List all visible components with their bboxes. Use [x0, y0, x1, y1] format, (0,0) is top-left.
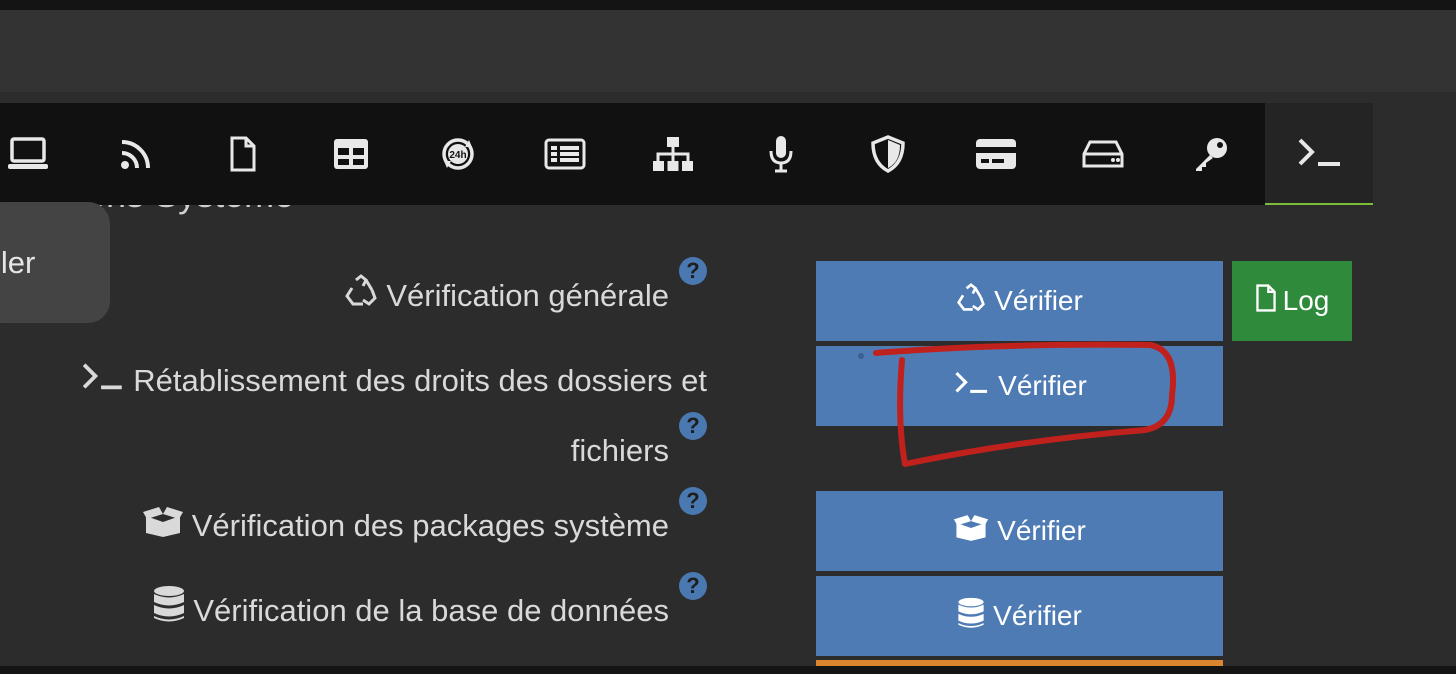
box-icon [953, 514, 989, 549]
table-icon [334, 139, 368, 169]
terminal-icon [1298, 138, 1340, 166]
verify-general-button[interactable]: Vérifier [816, 261, 1223, 341]
credit-card-icon [976, 139, 1016, 169]
file-icon [230, 136, 256, 172]
button-label: Vérifier [998, 370, 1087, 401]
icon-tab-bar: 24h [0, 103, 1373, 205]
row-label-text-line2: fichiers [570, 433, 669, 468]
key-icon [1196, 138, 1227, 171]
recycle-icon [956, 282, 986, 320]
button-label: Vérifier [994, 285, 1083, 316]
terminal-icon [79, 348, 125, 418]
tab-key[interactable] [1157, 103, 1265, 205]
verify-database-button[interactable]: Vérifier [816, 576, 1223, 656]
button-label: Vérifier [997, 515, 1086, 546]
float-button-label: ller [0, 244, 36, 280]
file-icon [1255, 283, 1277, 319]
row-label-text-line1: Rétablissement des droits des dossiers e… [133, 363, 707, 398]
row-label-permissions-line2: fichiers? [570, 412, 707, 486]
tab-laptop[interactable] [0, 103, 82, 205]
svg-text:24h: 24h [449, 150, 466, 161]
row-label-permissions: Rétablissement des droits des dossiers e… [79, 346, 707, 418]
verify-packages-button[interactable]: Vérifier [816, 491, 1223, 571]
help-icon[interactable]: ? [679, 572, 707, 600]
float-button[interactable]: ller [0, 202, 110, 323]
box-icon [142, 493, 184, 563]
tab-hard-drive[interactable] [1049, 103, 1157, 205]
network-icon [653, 137, 693, 171]
tab-microphone[interactable] [727, 103, 835, 205]
hard-drive-icon [1082, 140, 1124, 168]
tab-network[interactable] [619, 103, 727, 205]
tab-shield[interactable] [834, 103, 942, 205]
log-button[interactable]: Log [1232, 261, 1352, 341]
tab-rss[interactable] [82, 103, 190, 205]
24h-icon: 24h [442, 138, 474, 170]
row-label-database: Vérification de la base de données? [153, 572, 707, 648]
terminal-icon [952, 370, 990, 403]
tab-file[interactable] [189, 103, 297, 205]
help-icon[interactable]: ? [679, 412, 707, 440]
top-edge [0, 0, 1456, 10]
laptop-icon [8, 137, 48, 169]
tab-table[interactable] [297, 103, 405, 205]
row-label-text: Vérification des packages système [191, 508, 669, 543]
rss-icon [121, 140, 150, 169]
row-label-text: Vérification générale [386, 278, 669, 313]
microphone-icon [769, 136, 793, 173]
list-icon [544, 138, 586, 170]
tab-24h[interactable]: 24h [404, 103, 512, 205]
log-button-label: Log [1282, 285, 1330, 316]
button-label: Vérifier [993, 600, 1082, 631]
bottom-edge [0, 666, 1456, 674]
shield-icon [871, 135, 905, 173]
search-input[interactable] [0, 10, 1332, 92]
recycle-icon [344, 263, 378, 333]
help-icon[interactable]: ? [679, 487, 707, 515]
database-icon [957, 597, 985, 636]
tab-credit-card[interactable] [942, 103, 1050, 205]
database-icon [153, 578, 185, 648]
row-label-text: Vérification de la base de données [193, 593, 669, 628]
search-bar [0, 10, 1456, 92]
verify-permissions-button[interactable]: Vérifier [816, 346, 1223, 426]
tab-list[interactable] [511, 103, 619, 205]
tab-terminal[interactable] [1265, 103, 1373, 205]
row-label-general-check: Vérification générale? [344, 257, 707, 333]
row-label-packages: Vérification des packages système? [142, 487, 707, 563]
help-icon[interactable]: ? [679, 257, 707, 285]
